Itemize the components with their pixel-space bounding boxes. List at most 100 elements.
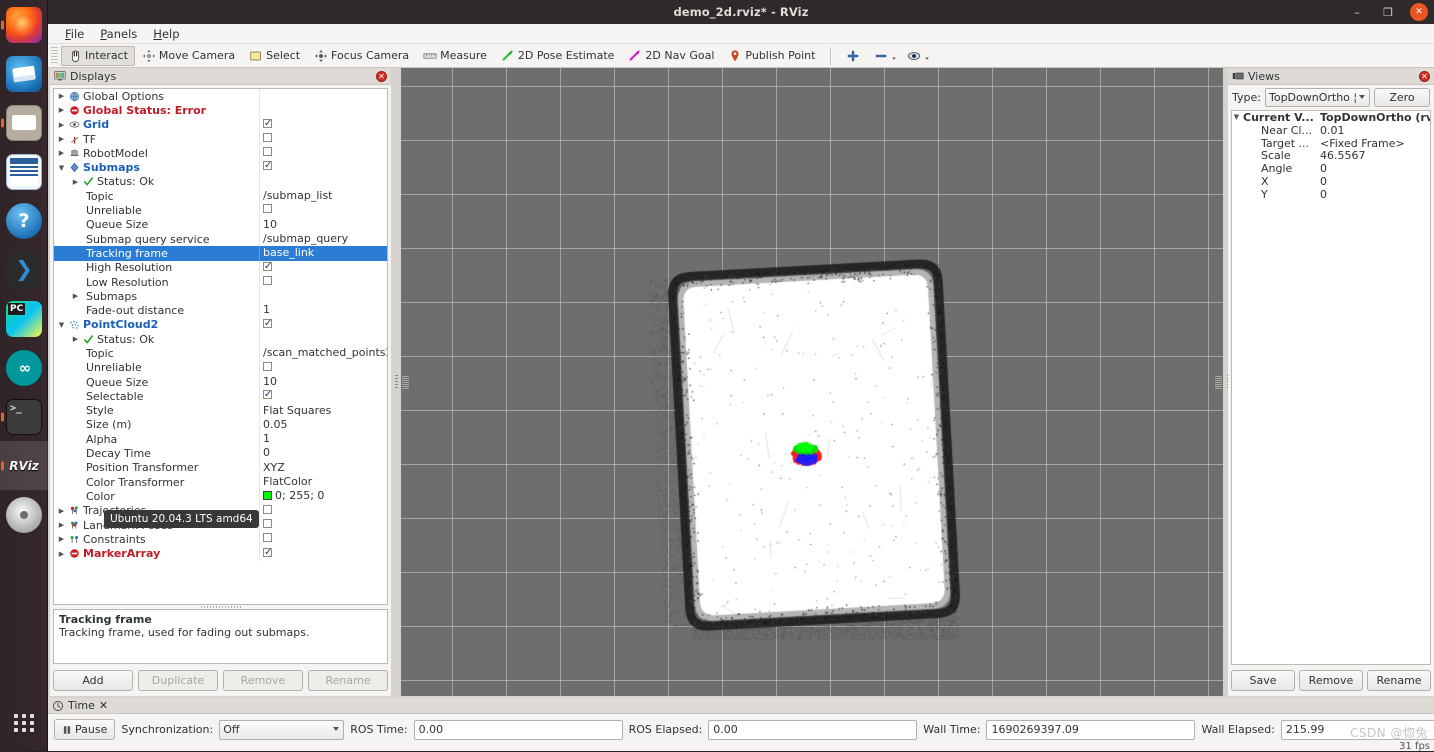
display-tree-row[interactable]: ▶ RobotModel <box>54 146 387 160</box>
views-panel-close-button[interactable]: ✕ <box>1419 71 1430 82</box>
dock-item-libreoffice-writer[interactable] <box>0 147 48 196</box>
synchronization-combo[interactable]: Off <box>219 720 344 740</box>
display-tree-row[interactable]: ▶ Status: Ok <box>54 175 387 189</box>
display-tree-row-value[interactable]: /submap_query <box>259 232 387 246</box>
checkbox[interactable] <box>263 362 272 371</box>
wall-elapsed-field[interactable]: 215.99 <box>1281 720 1434 740</box>
remove-view-button[interactable]: Remove <box>1299 670 1363 691</box>
minimize-button[interactable]: – <box>1348 3 1366 21</box>
move-camera-tool-button[interactable]: Move Camera <box>135 46 242 66</box>
close-button[interactable]: ✕ <box>1410 3 1428 21</box>
checkbox[interactable] <box>263 519 272 528</box>
interact-tool-button[interactable]: Interact <box>61 46 135 66</box>
dock-item-files[interactable] <box>0 98 48 147</box>
display-tree-row[interactable]: ▶ Global Options <box>54 89 387 103</box>
display-tree-row[interactable]: Tracking frame base_link <box>54 246 387 260</box>
chevron-right-icon[interactable]: ▶ <box>57 535 66 543</box>
display-tree-row-value[interactable]: 1 <box>259 432 387 446</box>
display-tree-row[interactable]: Queue Size 10 <box>54 218 387 232</box>
menu-help[interactable]: Help <box>145 26 187 42</box>
pause-button[interactable]: Pause <box>54 719 115 740</box>
remove-display-button[interactable]: Remove <box>223 670 303 691</box>
chevron-right-icon[interactable]: ▶ <box>57 135 66 143</box>
display-tree-row[interactable]: Submap query service/submap_query <box>54 232 387 246</box>
chevron-right-icon[interactable]: ▶ <box>71 292 80 300</box>
view-property-value[interactable]: 46.5567 <box>1318 149 1430 162</box>
menu-panels[interactable]: Panels <box>92 26 145 42</box>
checkbox[interactable] <box>263 548 272 557</box>
display-tree-row-value[interactable] <box>259 389 387 403</box>
display-tree-row-value[interactable] <box>259 332 387 346</box>
select-tool-button[interactable]: Select <box>242 46 307 66</box>
display-tree-row[interactable]: Color 0; 255; 0 <box>54 489 387 503</box>
checkbox[interactable] <box>263 161 272 170</box>
dock-item-pycharm[interactable]: PC <box>0 294 48 343</box>
display-tree-row[interactable]: Color Transformer FlatColor <box>54 475 387 489</box>
display-tree-row-value[interactable]: 0; 255; 0 <box>259 489 387 503</box>
viewport-left-handle[interactable] <box>402 376 409 390</box>
display-tree-row[interactable]: Low Resolution <box>54 275 387 289</box>
view-type-combo[interactable]: TopDownOrtho ¦ <box>1265 88 1370 107</box>
dock-item-thunderbird[interactable] <box>0 49 48 98</box>
viewport-right-handle[interactable] <box>1215 376 1222 390</box>
view-property-value[interactable]: 0 <box>1318 188 1430 201</box>
measure-tool-button[interactable]: Measure <box>416 46 494 66</box>
display-tree-row[interactable]: Style Flat Squares <box>54 404 387 418</box>
add-display-button[interactable]: Add <box>53 670 133 691</box>
display-tree-row[interactable]: ▶ TF <box>54 132 387 146</box>
display-tree-row[interactable]: High Resolution <box>54 261 387 275</box>
dock-item-rviz[interactable]: RViz <box>0 441 48 490</box>
display-tree-row[interactable]: ▼ PointCloud2 <box>54 318 387 332</box>
display-tree-row[interactable]: ▶ Constraints <box>54 532 387 546</box>
display-tree-row-value[interactable] <box>259 132 387 146</box>
display-tree-row-value[interactable]: 0 <box>259 446 387 460</box>
wall-time-field[interactable]: 1690269397.09 <box>986 720 1195 740</box>
view-property-row[interactable]: Target ... <Fixed Frame> <box>1232 137 1430 150</box>
view-property-row[interactable]: Angle 0 <box>1232 162 1430 175</box>
rename-view-button[interactable]: Rename <box>1367 670 1431 691</box>
display-tree-row[interactable]: Position Transformer XYZ <box>54 461 387 475</box>
view-property-row[interactable]: Scale 46.5567 <box>1232 149 1430 162</box>
maximize-button[interactable]: ❐ <box>1379 3 1397 21</box>
display-tree-row[interactable]: Selectable <box>54 389 387 403</box>
visibility-tool-button[interactable] <box>900 46 933 66</box>
chevron-right-icon[interactable]: ▶ <box>71 178 80 186</box>
display-tree-row-value[interactable] <box>259 289 387 303</box>
checkbox[interactable] <box>263 319 272 328</box>
color-swatch[interactable] <box>263 491 272 500</box>
display-tree-row-value[interactable]: Flat Squares <box>259 404 387 418</box>
checkbox[interactable] <box>263 204 272 213</box>
chevron-right-icon[interactable]: ▶ <box>57 106 66 114</box>
render-viewport[interactable] <box>401 68 1223 696</box>
checkbox[interactable] <box>263 390 272 399</box>
display-tree-row-value[interactable] <box>259 275 387 289</box>
checkbox[interactable] <box>263 262 272 271</box>
chevron-right-icon[interactable]: ▶ <box>57 121 66 129</box>
checkbox[interactable] <box>263 505 272 514</box>
display-tree-row-value[interactable]: XYZ <box>259 461 387 475</box>
view-property-value[interactable]: 0 <box>1318 175 1430 188</box>
dock-item-firefox[interactable] <box>0 0 48 49</box>
pose-estimate-tool-button[interactable]: 2D Pose Estimate <box>494 46 622 66</box>
nav-goal-tool-button[interactable]: 2D Nav Goal <box>621 46 721 66</box>
display-tree-row-value[interactable]: 0.05 <box>259 418 387 432</box>
display-tree-row-value[interactable] <box>259 103 387 117</box>
display-tree-row-value[interactable] <box>259 547 387 561</box>
display-tree-row[interactable]: ▶ Grid <box>54 118 387 132</box>
display-tree-row[interactable]: Alpha 1 <box>54 432 387 446</box>
display-tree-row-value[interactable] <box>259 146 387 160</box>
show-applications-button[interactable] <box>0 701 48 745</box>
dock-item-terminal[interactable]: >_ <box>0 392 48 441</box>
display-tree-row-value[interactable]: 10 <box>259 218 387 232</box>
display-tree-row-value[interactable] <box>259 361 387 375</box>
display-tree-row[interactable]: Topic/scan_matched_points2 <box>54 346 387 360</box>
toolbar-grip-icon[interactable] <box>51 47 58 65</box>
display-tree-row[interactable]: Queue Size 10 <box>54 375 387 389</box>
chevron-right-icon[interactable]: ▶ <box>57 149 66 157</box>
view-property-value[interactable]: 0 <box>1318 162 1430 175</box>
display-tree-row-value[interactable] <box>259 532 387 546</box>
ros-elapsed-field[interactable]: 0.00 <box>708 720 917 740</box>
checkbox[interactable] <box>263 276 272 285</box>
checkbox[interactable] <box>263 133 272 142</box>
displays-splitter[interactable] <box>53 605 388 609</box>
